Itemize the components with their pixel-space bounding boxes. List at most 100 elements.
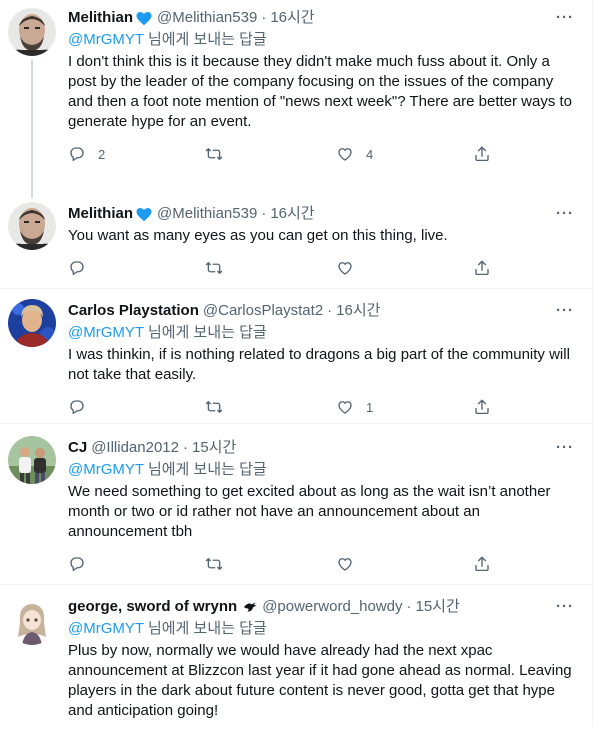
reply-to-suffix: 님에게 보내는 답글 — [143, 324, 267, 341]
tweet-george[interactable]: george, sword of wrynn @powerword_howdy … — [0, 585, 592, 735]
avatar-column — [8, 289, 56, 423]
tweet-header: Carlos Playstation @CarlosPlaystat2 · 16… — [68, 301, 576, 321]
tweet-time[interactable]: 15시간 — [415, 597, 459, 617]
tweet-time[interactable]: 15시간 — [192, 438, 236, 458]
reply-mention-link[interactable]: @MrGMYT — [68, 31, 144, 48]
like-icon — [338, 262, 352, 275]
verified-badge-icon — [136, 12, 152, 26]
tweet-carlos[interactable]: Carlos Playstation @CarlosPlaystat2 · 16… — [0, 289, 592, 424]
separator-dot: · — [261, 9, 267, 26]
author-handle[interactable]: @CarlosPlaystat2 — [203, 301, 323, 321]
avatar-george[interactable] — [8, 597, 56, 645]
reply-mention-link[interactable]: @MrGMYT — [68, 324, 144, 341]
tweet-cj[interactable]: CJ @Illidan2012 · 15시간 ··· @MrGMYT 님에게 보… — [0, 424, 592, 585]
like-icon — [338, 401, 352, 414]
share-icon — [475, 146, 489, 162]
more-icon[interactable]: ··· — [556, 301, 574, 321]
retweet-icon — [205, 401, 223, 413]
author-handle[interactable]: @Melithian539 — [157, 8, 257, 28]
bird-emoji-icon — [244, 602, 257, 612]
like-button[interactable]: 1 — [336, 398, 473, 416]
like-count: 1 — [366, 399, 374, 415]
reply-icon — [70, 147, 84, 162]
author-name[interactable]: Melithian — [68, 8, 133, 28]
tweet-body: george, sword of wrynn @powerword_howdy … — [68, 585, 576, 735]
reply-to-suffix: 님에게 보내는 답글 — [143, 31, 267, 48]
author-handle[interactable]: @Illidan2012 — [91, 438, 179, 458]
reply-mention-link[interactable]: @MrGMYT — [68, 461, 144, 478]
author-name[interactable]: Melithian — [68, 204, 133, 224]
retweet-icon — [205, 558, 223, 570]
reply-to-suffix: 님에게 보내는 답글 — [143, 620, 267, 637]
tweet-text: I was thinkin, if is nothing related to … — [68, 346, 570, 383]
avatar-melithian[interactable] — [8, 8, 56, 56]
share-icon — [475, 399, 489, 415]
more-icon[interactable]: ··· — [556, 438, 574, 458]
reply-to-suffix: 님에게 보내는 답글 — [143, 461, 267, 478]
reply-feed: Melithian @Melithian539 · 16시간 ··· @MrGM… — [0, 0, 593, 726]
reply-icon — [70, 557, 84, 572]
separator-dot: · — [261, 205, 267, 222]
reply-button[interactable] — [68, 259, 205, 277]
reply-icon — [70, 400, 84, 415]
reply-icon — [70, 261, 84, 276]
share-button[interactable] — [473, 555, 491, 573]
tweet-actions: 2 4 — [68, 144, 576, 164]
tweet-actions — [68, 554, 576, 574]
separator-dot: · — [406, 598, 412, 615]
tweet-melithian-2[interactable]: Melithian @Melithian539 · 16시간 ··· You w… — [0, 198, 592, 289]
replying-to: @MrGMYT 님에게 보내는 답글 — [68, 30, 576, 50]
separator-dot: · — [182, 439, 188, 456]
reply-button[interactable] — [68, 398, 205, 416]
avatar-column — [8, 424, 56, 584]
tweet-actions — [68, 258, 576, 278]
tweet-time[interactable]: 16시간 — [270, 8, 314, 28]
tweet-actions: 1 — [68, 397, 576, 417]
replying-to: @MrGMYT 님에게 보내는 답글 — [68, 460, 576, 480]
tweet-header: george, sword of wrynn @powerword_howdy … — [68, 597, 576, 617]
author-name[interactable]: CJ — [68, 438, 87, 458]
reply-button[interactable] — [68, 555, 205, 573]
avatar-column — [8, 585, 56, 735]
reply-button[interactable]: 2 — [68, 145, 205, 163]
avatar-melithian[interactable] — [8, 202, 56, 250]
tweet-body: Melithian @Melithian539 · 16시간 ··· You w… — [68, 198, 576, 288]
retweet-icon — [205, 148, 223, 160]
tweet-text: We need something to get excited about a… — [68, 483, 551, 540]
replying-to: @MrGMYT 님에게 보내는 답글 — [68, 619, 576, 639]
tweet-body: CJ @Illidan2012 · 15시간 ··· @MrGMYT 님에게 보… — [68, 424, 576, 584]
tweet-header: CJ @Illidan2012 · 15시간 ··· — [68, 438, 576, 458]
share-button[interactable] — [473, 145, 491, 163]
tweet-melithian-1[interactable]: Melithian @Melithian539 · 16시간 ··· @MrGM… — [0, 0, 592, 198]
tweet-text: Plus by now, normally we would have alre… — [68, 642, 572, 719]
share-icon — [475, 556, 489, 572]
retweet-button[interactable] — [205, 145, 336, 163]
more-icon[interactable]: ··· — [556, 204, 574, 224]
separator-dot: · — [327, 302, 333, 319]
share-button[interactable] — [473, 259, 491, 277]
retweet-button[interactable] — [205, 555, 336, 573]
author-handle[interactable]: @powerword_howdy — [262, 597, 402, 617]
retweet-button[interactable] — [205, 398, 336, 416]
tweet-header: Melithian @Melithian539 · 16시간 ··· — [68, 8, 576, 28]
tweet-time[interactable]: 16시간 — [270, 204, 314, 224]
like-count: 4 — [366, 146, 374, 162]
avatar-cj[interactable] — [8, 436, 56, 484]
author-name[interactable]: george, sword of wrynn — [68, 597, 237, 617]
author-handle[interactable]: @Melithian539 — [157, 204, 257, 224]
more-icon[interactable]: ··· — [556, 8, 574, 28]
tweet-time[interactable]: 16시간 — [336, 301, 380, 321]
share-icon — [475, 260, 489, 276]
tweet-body: Carlos Playstation @CarlosPlaystat2 · 16… — [68, 289, 576, 423]
avatar-carlos[interactable] — [8, 299, 56, 347]
avatar-column — [8, 8, 56, 198]
more-icon[interactable]: ··· — [556, 597, 574, 617]
author-name[interactable]: Carlos Playstation — [68, 301, 199, 321]
share-button[interactable] — [473, 398, 491, 416]
retweet-button[interactable] — [205, 259, 336, 277]
like-icon — [338, 148, 352, 161]
like-button[interactable]: 4 — [336, 145, 473, 163]
like-button[interactable] — [336, 555, 473, 573]
like-button[interactable] — [336, 259, 473, 277]
reply-mention-link[interactable]: @MrGMYT — [68, 620, 144, 637]
